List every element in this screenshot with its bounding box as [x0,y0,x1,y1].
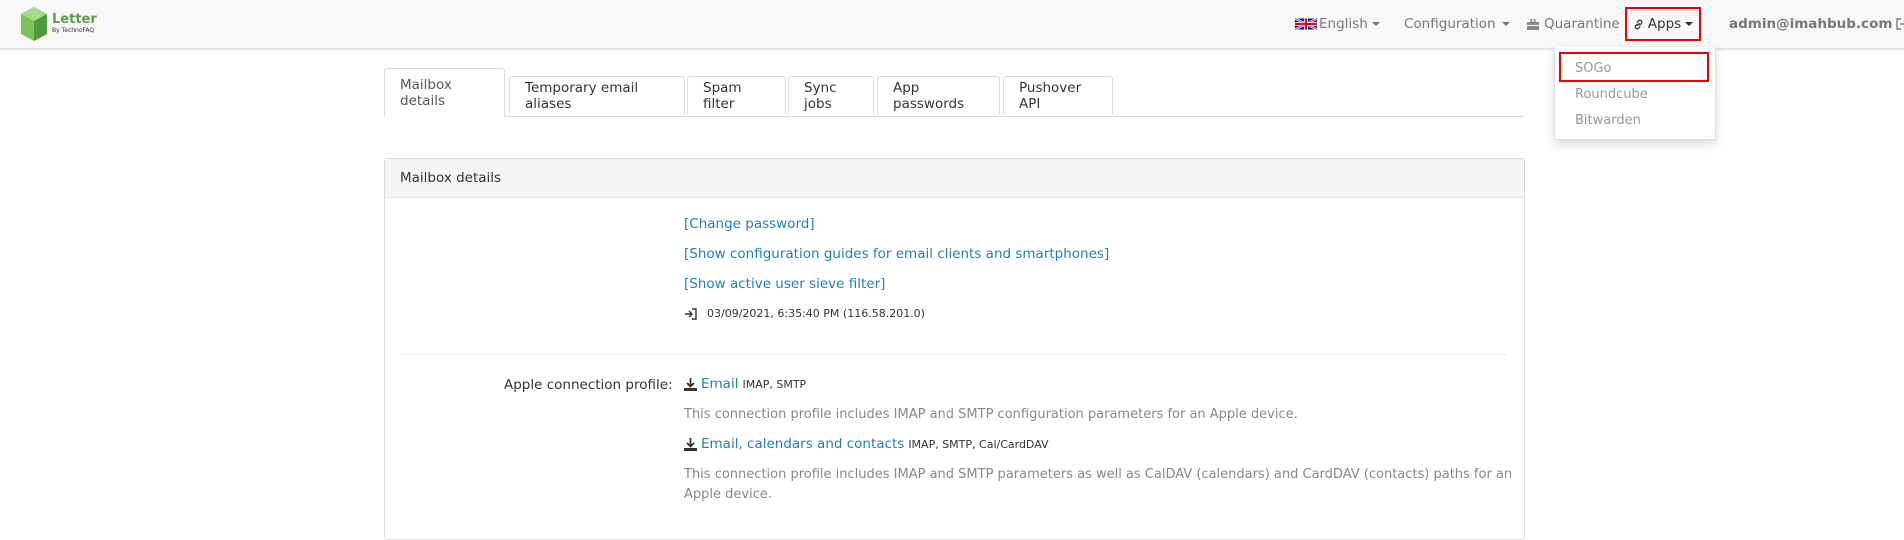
email-profile-description: This connection profile includes IMAP an… [684,407,1298,422]
full-profile-description: This connection profile includes IMAP an… [684,467,1513,502]
brand-logo[interactable]: Letter By TechnoFAQ [20,5,97,43]
sieve-filter-link[interactable]: [Show active user sieve filter] [684,276,885,292]
email-profile-link[interactable]: Email [701,376,738,392]
login-icon [685,307,697,320]
last-login-text: 03/09/2021, 6:35:40 PM (116.58.201.0) [707,307,925,320]
logout-icon [1896,18,1904,30]
language-label: English [1319,16,1368,32]
user-email: admin@imahbub.com [1729,16,1893,32]
chevron-down-icon [1685,22,1694,26]
panel-title: Mailbox details [385,159,1524,198]
brand-title: Letter [52,12,97,27]
tab-pushover-api[interactable]: Pushover API [1003,76,1113,114]
language-dropdown[interactable]: English [1295,0,1380,48]
tab-sync-jobs[interactable]: Sync jobs [788,76,874,114]
user-logout-link[interactable]: admin@imahbub.com [1729,0,1904,48]
mailbox-tabs: Mailbox details Temporary email aliases … [384,68,1524,117]
full-protocols: IMAP, SMTP, Cal/CardDAV [908,437,1049,451]
uk-flag-icon [1295,17,1317,31]
full-profile-link[interactable]: Email, calendars and contacts [701,436,904,452]
link-icon [1634,19,1643,29]
email-protocols: IMAP, SMTP [742,377,807,391]
config-guides-link[interactable]: [Show configuration guides for email cli… [684,246,1109,262]
apps-label: Apps [1647,16,1682,32]
apple-profile-label: Apple connection profile: [504,377,673,393]
apps-menu-item-bitwarden[interactable]: Bitwarden [1575,113,1641,128]
apps-menu-item-sogo[interactable]: SOGo [1575,61,1612,76]
full-profile-row: Email, calendars and contacts IMAP, SMTP… [684,436,1049,452]
tab-app-passwords[interactable]: App passwords [877,76,1000,114]
email-profile-row: Email IMAP, SMTP [684,376,806,392]
quarantine-link[interactable]: Quarantine [1527,0,1620,48]
brand-subtitle: By TechnoFAQ [52,27,95,34]
configuration-label: Configuration [1404,16,1496,32]
top-navbar: Letter By TechnoFAQ English Configuratio… [0,0,1904,49]
apps-menu-item-roundcube[interactable]: Roundcube [1575,87,1648,102]
briefcase-icon [1527,18,1539,30]
download-icon [684,437,697,451]
last-login-row: 03/09/2021, 6:35:40 PM (116.58.201.0) [684,307,925,320]
download-icon [684,377,697,391]
tab-temporary-aliases[interactable]: Temporary email aliases [509,76,685,114]
apps-dropdown[interactable]: Apps [1625,7,1701,41]
tab-mailbox-details[interactable]: Mailbox details [384,68,505,117]
section-divider [400,354,1508,355]
configuration-dropdown[interactable]: Configuration [1404,0,1510,48]
chevron-down-icon [1371,22,1380,26]
apps-menu: SOGo Roundcube Bitwarden [1554,47,1716,140]
chevron-down-icon [1501,22,1510,26]
quarantine-label: Quarantine [1544,16,1620,32]
change-password-link[interactable]: [Change password] [684,216,815,232]
tab-spam-filter[interactable]: Spam filter [687,76,786,114]
letter-logo-icon [21,7,47,41]
